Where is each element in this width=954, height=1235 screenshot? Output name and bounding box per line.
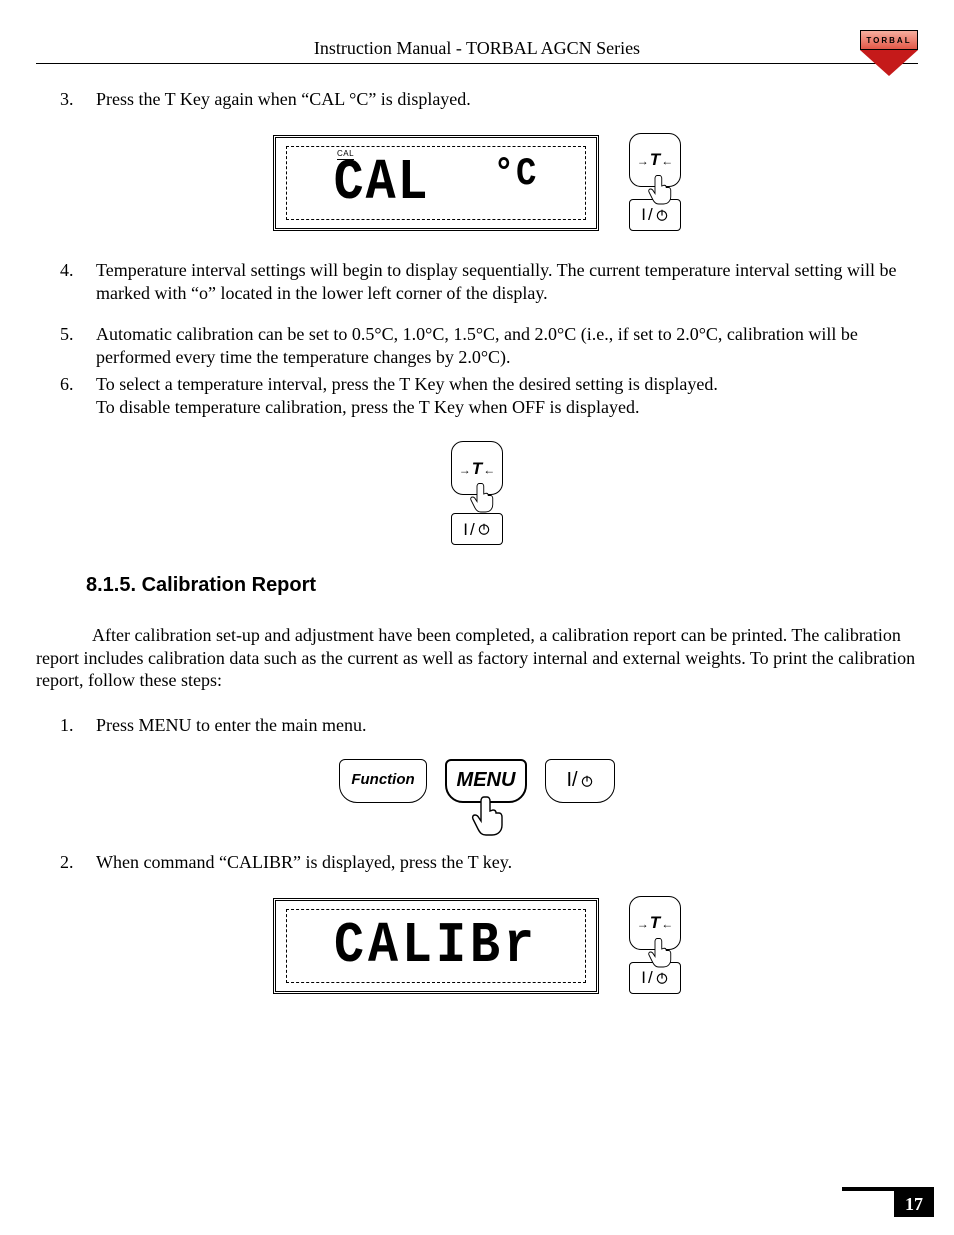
- step-text: When command “CALIBR” is displayed, pres…: [96, 852, 512, 872]
- logo-text: TORBAL: [860, 30, 918, 50]
- step-list-4: 2. When command “CALIBR” is displayed, p…: [36, 851, 918, 874]
- hand-press-icon: [468, 480, 498, 514]
- report-step-1: 1. Press MENU to enter the main menu.: [96, 714, 918, 737]
- step-4: 4. Temperature interval settings will be…: [96, 259, 918, 305]
- power-slash: /: [648, 967, 653, 988]
- step-number: 3.: [60, 88, 74, 111]
- power-slash: /: [648, 204, 653, 225]
- step-5: 5. Automatic calibration can be set to 0…: [96, 323, 918, 369]
- figure-calibr: CALIBr T I /: [36, 896, 918, 994]
- function-label: Function: [351, 771, 414, 790]
- step-text: Automatic calibration can be set to 0.5°…: [96, 324, 858, 367]
- power-bar: I: [463, 519, 468, 540]
- t-key-label: T: [637, 149, 673, 170]
- step-text-line2: To disable temperature calibration, pres…: [96, 397, 639, 417]
- hand-press-icon: [646, 172, 676, 206]
- power-icon: [580, 774, 594, 788]
- step-text: To select a temperature interval, press …: [96, 374, 718, 394]
- figure-t-key-only: T I /: [36, 441, 918, 545]
- t-key: T: [451, 441, 503, 495]
- function-button: Function: [339, 759, 427, 803]
- lcd-word: CAL: [334, 150, 430, 216]
- section-title-text: Calibration Report: [142, 574, 316, 596]
- page-header: Instruction Manual - TORBAL AGCN Series …: [36, 30, 918, 59]
- step-6: 6. To select a temperature interval, pre…: [96, 373, 918, 419]
- power-icon: [655, 208, 669, 222]
- step-number: 6.: [60, 373, 74, 396]
- power-bar: I: [641, 204, 646, 225]
- header-title: Instruction Manual - TORBAL AGCN Series: [314, 30, 640, 59]
- lcd-display: CAL CAL °C: [273, 135, 599, 231]
- step-list-2: 4. Temperature interval settings will be…: [36, 259, 918, 419]
- power-button: I /: [545, 759, 615, 803]
- lcd-deg: °C: [494, 153, 539, 197]
- power-slash: /: [572, 768, 578, 793]
- power-icon: [655, 971, 669, 985]
- power-slash: /: [470, 519, 475, 540]
- brand-logo: TORBAL: [860, 30, 918, 76]
- t-key: T: [629, 896, 681, 950]
- page-number-block: 17: [842, 1187, 934, 1217]
- menu-label: MENU: [457, 768, 516, 793]
- step-3: 3. Press the T Key again when “CAL °C” i…: [96, 88, 918, 111]
- lcd-main-text: CALIBr: [334, 911, 538, 983]
- step-list-1: 3. Press the T Key again when “CAL °C” i…: [36, 88, 918, 111]
- section-number: 8.1.5.: [86, 574, 136, 596]
- menu-button: MENU: [445, 759, 527, 803]
- report-step-2: 2. When command “CALIBR” is displayed, p…: [96, 851, 918, 874]
- power-bar: I: [641, 967, 646, 988]
- step-text: Press MENU to enter the main menu.: [96, 715, 366, 735]
- step-list-3: 1. Press MENU to enter the main menu.: [36, 714, 918, 737]
- step-text: Press the T Key again when “CAL °C” is d…: [96, 89, 471, 109]
- step-number: 2.: [60, 851, 74, 874]
- section-heading: 8.1.5. Calibration Report: [86, 573, 918, 598]
- t-key: T: [629, 133, 681, 187]
- step-number: 1.: [60, 714, 74, 737]
- figure-cal-degc: CAL CAL °C T I /: [36, 133, 918, 231]
- hand-press-icon: [646, 935, 676, 969]
- section-intro: After calibration set-up and adjustment …: [36, 624, 918, 692]
- t-key-label: T: [459, 458, 495, 479]
- key-column: T I /: [629, 133, 681, 231]
- step-text: Temperature interval settings will begin…: [96, 260, 897, 303]
- lcd-display: CALIBr: [273, 898, 599, 994]
- hand-press-icon: [469, 791, 509, 839]
- page-number: 17: [894, 1191, 934, 1217]
- key-column: T I /: [629, 896, 681, 994]
- lcd-main-text: CAL °C: [334, 148, 539, 220]
- t-key-label: T: [637, 912, 673, 933]
- step-number: 5.: [60, 323, 74, 346]
- step-number: 4.: [60, 259, 74, 282]
- logo-triangle-icon: [860, 50, 918, 76]
- figure-menu-buttons: Function MENU I /: [36, 759, 918, 803]
- power-key: I /: [451, 513, 503, 545]
- header-rule: [36, 63, 918, 64]
- power-icon: [477, 522, 491, 536]
